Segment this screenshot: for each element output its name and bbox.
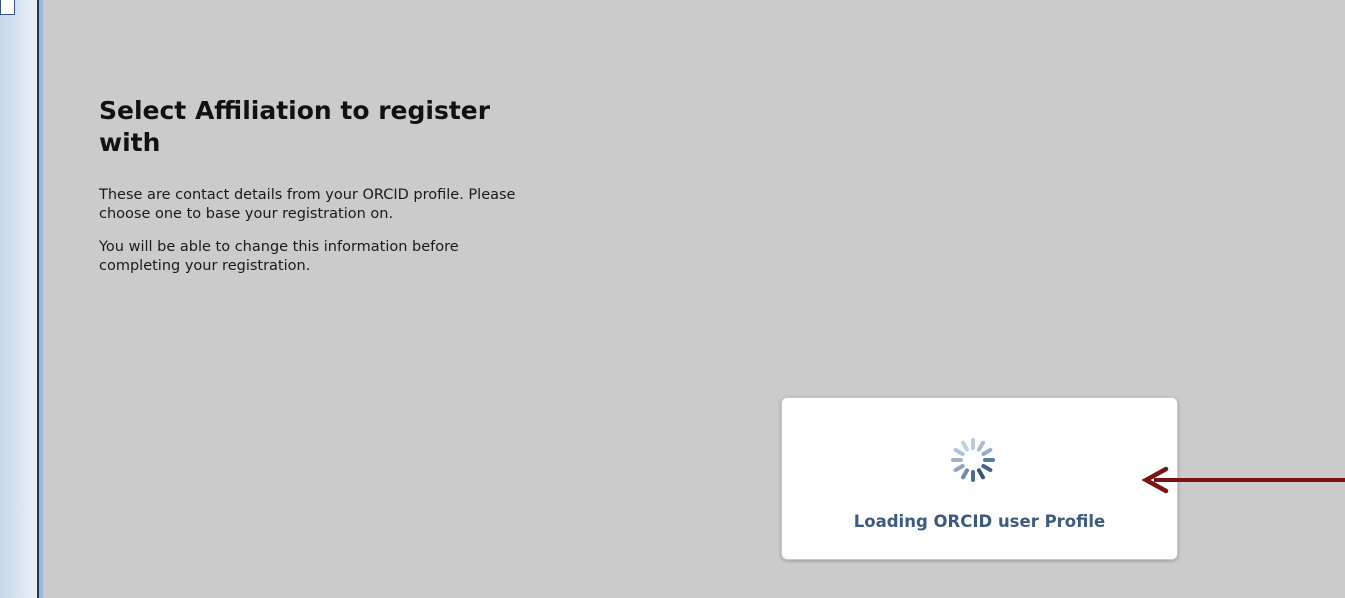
loading-message: Loading ORCID user Profile (853, 512, 1106, 531)
page-title: Select Affiliation to register with (99, 96, 491, 157)
left-rail (0, 0, 37, 598)
spinner-icon (951, 438, 995, 482)
rail-border-light (39, 0, 43, 598)
rail-checkbox[interactable] (0, 0, 15, 15)
arrow-left-icon (1141, 466, 1345, 494)
note-paragraph: You will be able to change this informat… (99, 239, 459, 274)
affiliation-panel: Select Affiliation to register with Thes… (99, 95, 529, 276)
intro-paragraph: These are contact details from your ORCI… (99, 187, 516, 222)
loading-dialog: Loading ORCID user Profile (781, 397, 1178, 560)
